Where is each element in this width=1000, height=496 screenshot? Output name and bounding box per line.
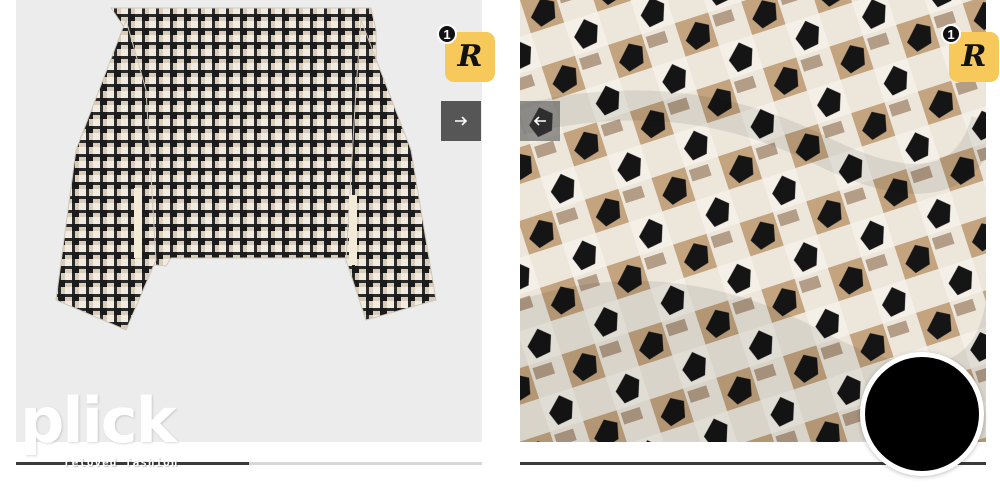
product-gallery-page: R 1 R 1 plick reloved fashion: [0, 0, 1000, 496]
product-image-panel-left[interactable]: [16, 0, 482, 442]
badge-logo-letter: R: [961, 39, 987, 74]
badge-count: 1: [437, 24, 457, 44]
previous-image-button[interactable]: [520, 101, 560, 141]
watermark-logo-word: plick: [20, 384, 177, 457]
arrow-left-icon: [533, 116, 546, 126]
badge-logo-letter: R: [457, 39, 483, 74]
plick-watermark: plick reloved fashion: [20, 390, 192, 475]
floating-action-button[interactable]: [860, 352, 984, 476]
sweater-product-image: [55, 7, 437, 331]
arrow-right-icon: [455, 116, 468, 126]
watermark-tagline: reloved fashion: [64, 456, 179, 469]
badge-count: 1: [941, 24, 961, 44]
reloved-badge-right[interactable]: R 1: [941, 24, 999, 82]
reloved-badge-left[interactable]: R 1: [437, 24, 495, 82]
next-image-button[interactable]: [441, 101, 481, 141]
